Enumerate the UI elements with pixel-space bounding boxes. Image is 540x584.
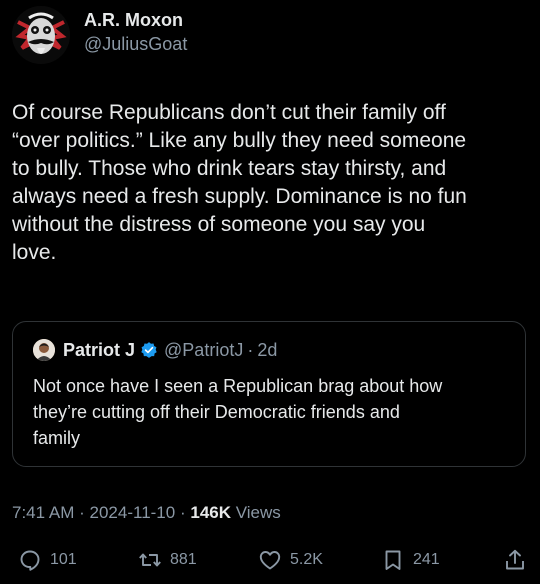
quoted-tweet[interactable]: Patriot J @PatriotJ · 2d Not once have I…	[12, 321, 526, 467]
goat-avatar-icon	[12, 6, 70, 64]
quoted-tweet-text: Not once have I seen a Republican brag a…	[33, 376, 443, 448]
like-button[interactable]: 5.2K	[258, 548, 323, 572]
bookmark-button[interactable]: 241	[381, 548, 440, 572]
author-avatar[interactable]	[12, 6, 70, 64]
author-display-name[interactable]: A.R. Moxon	[84, 8, 187, 32]
tweet-text: Of course Republicans don’t cut their fa…	[12, 101, 467, 264]
person-avatar-icon	[33, 339, 55, 361]
share-button[interactable]	[503, 548, 535, 572]
like-count: 5.2K	[290, 551, 323, 568]
repost-count: 881	[170, 551, 197, 568]
author-names: A.R. Moxon @JuliusGoat	[84, 8, 187, 56]
reply-count: 101	[50, 551, 77, 568]
tweet-date[interactable]: 2024-11-10	[90, 503, 176, 522]
meta-separator: ·	[79, 503, 85, 522]
quoted-time[interactable]: 2d	[257, 338, 277, 362]
tweet-author[interactable]: A.R. Moxon @JuliusGoat	[12, 6, 187, 64]
verified-badge-icon	[141, 342, 157, 358]
reply-button[interactable]: 101	[18, 548, 77, 572]
views-count[interactable]: 146K	[190, 503, 231, 522]
share-icon	[506, 549, 524, 570]
tweet-meta: 7:41 AM · 2024-11-10 · 146K Views	[12, 501, 281, 525]
quoted-tweet-header: Patriot J @PatriotJ · 2d	[33, 338, 277, 362]
tweet-time[interactable]: 7:41 AM	[12, 503, 74, 522]
repost-button[interactable]: 881	[138, 548, 197, 572]
quoted-author-avatar[interactable]	[33, 339, 55, 361]
bookmark-count: 241	[413, 551, 440, 568]
meta-separator: ·	[179, 503, 186, 522]
quoted-handle[interactable]: @PatriotJ	[164, 338, 243, 362]
reply-icon	[20, 550, 40, 571]
bookmark-icon	[385, 550, 401, 570]
views-label: Views	[235, 503, 281, 522]
quoted-separator: ·	[247, 340, 254, 360]
quoted-display-name[interactable]: Patriot J	[63, 338, 135, 362]
action-bar: 101 881 5.2K 241	[0, 540, 540, 580]
repost-icon	[139, 553, 161, 567]
heart-icon	[259, 551, 281, 570]
author-handle[interactable]: @JuliusGoat	[84, 32, 187, 56]
